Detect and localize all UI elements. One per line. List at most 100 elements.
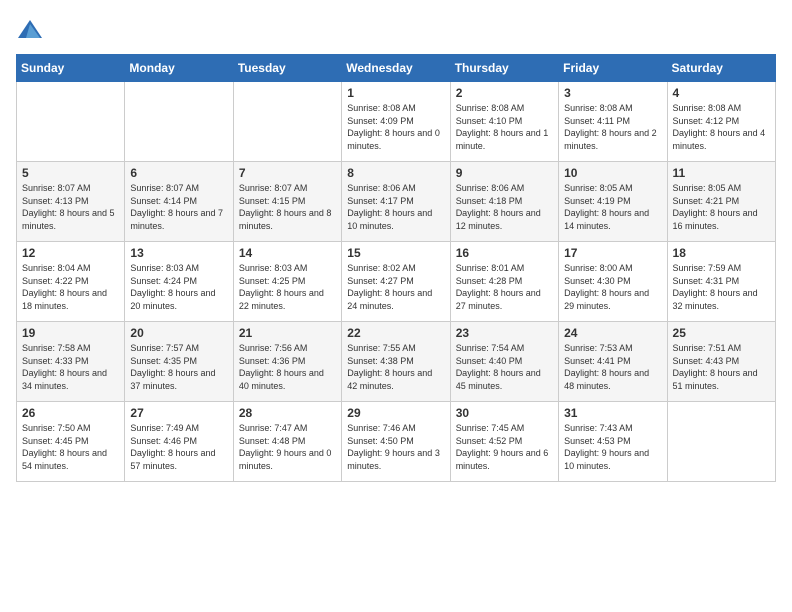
daylight: Daylight: 8 hours and 29 minutes. [564,288,649,311]
daylight: Daylight: 8 hours and 14 minutes. [564,208,649,231]
calendar-cell: 18 Sunrise: 7:59 AM Sunset: 4:31 PM Dayl… [667,242,775,322]
cell-info: Sunrise: 7:57 AM Sunset: 4:35 PM Dayligh… [130,342,227,392]
calendar-cell: 30 Sunrise: 7:45 AM Sunset: 4:52 PM Dayl… [450,402,558,482]
day-number: 16 [456,246,553,260]
daylight: Daylight: 8 hours and 0 minutes. [347,128,440,151]
sunset: Sunset: 4:14 PM [130,196,197,206]
sunset: Sunset: 4:24 PM [130,276,197,286]
day-number: 13 [130,246,227,260]
calendar-cell: 13 Sunrise: 8:03 AM Sunset: 4:24 PM Dayl… [125,242,233,322]
cell-info: Sunrise: 8:06 AM Sunset: 4:17 PM Dayligh… [347,182,444,232]
day-number: 10 [564,166,661,180]
day-number: 15 [347,246,444,260]
sunset: Sunset: 4:30 PM [564,276,631,286]
daylight: Daylight: 8 hours and 32 minutes. [673,288,758,311]
sunset: Sunset: 4:31 PM [673,276,740,286]
cell-info: Sunrise: 8:04 AM Sunset: 4:22 PM Dayligh… [22,262,119,312]
calendar-cell: 11 Sunrise: 8:05 AM Sunset: 4:21 PM Dayl… [667,162,775,242]
sunset: Sunset: 4:45 PM [22,436,89,446]
sunrise: Sunrise: 7:58 AM [22,343,91,353]
calendar-cell [233,82,341,162]
sunrise: Sunrise: 8:06 AM [456,183,525,193]
calendar-cell: 26 Sunrise: 7:50 AM Sunset: 4:45 PM Dayl… [17,402,125,482]
sunrise: Sunrise: 8:00 AM [564,263,633,273]
daylight: Daylight: 8 hours and 22 minutes. [239,288,324,311]
daylight: Daylight: 8 hours and 34 minutes. [22,368,107,391]
cell-info: Sunrise: 8:06 AM Sunset: 4:18 PM Dayligh… [456,182,553,232]
day-number: 7 [239,166,336,180]
calendar-cell: 22 Sunrise: 7:55 AM Sunset: 4:38 PM Dayl… [342,322,450,402]
sunset: Sunset: 4:12 PM [673,116,740,126]
sunset: Sunset: 4:40 PM [456,356,523,366]
daylight: Daylight: 9 hours and 6 minutes. [456,448,549,471]
sunrise: Sunrise: 7:57 AM [130,343,199,353]
cell-info: Sunrise: 8:08 AM Sunset: 4:10 PM Dayligh… [456,102,553,152]
daylight: Daylight: 8 hours and 42 minutes. [347,368,432,391]
cell-info: Sunrise: 8:08 AM Sunset: 4:11 PM Dayligh… [564,102,661,152]
sunset: Sunset: 4:11 PM [564,116,630,126]
header-day-friday: Friday [559,55,667,82]
sunrise: Sunrise: 8:08 AM [347,103,416,113]
calendar-cell: 1 Sunrise: 8:08 AM Sunset: 4:09 PM Dayli… [342,82,450,162]
calendar-cell: 3 Sunrise: 8:08 AM Sunset: 4:11 PM Dayli… [559,82,667,162]
calendar-cell: 4 Sunrise: 8:08 AM Sunset: 4:12 PM Dayli… [667,82,775,162]
calendar-cell: 25 Sunrise: 7:51 AM Sunset: 4:43 PM Dayl… [667,322,775,402]
sunrise: Sunrise: 8:04 AM [22,263,91,273]
daylight: Daylight: 8 hours and 16 minutes. [673,208,758,231]
day-number: 31 [564,406,661,420]
day-number: 17 [564,246,661,260]
day-number: 26 [22,406,119,420]
header-day-monday: Monday [125,55,233,82]
sunset: Sunset: 4:19 PM [564,196,631,206]
header-day-saturday: Saturday [667,55,775,82]
cell-info: Sunrise: 8:03 AM Sunset: 4:25 PM Dayligh… [239,262,336,312]
daylight: Daylight: 8 hours and 8 minutes. [239,208,332,231]
day-number: 30 [456,406,553,420]
calendar-row: 26 Sunrise: 7:50 AM Sunset: 4:45 PM Dayl… [17,402,776,482]
day-number: 18 [673,246,770,260]
sunset: Sunset: 4:13 PM [22,196,89,206]
day-number: 9 [456,166,553,180]
sunrise: Sunrise: 8:05 AM [564,183,633,193]
day-number: 24 [564,326,661,340]
sunrise: Sunrise: 8:03 AM [130,263,199,273]
cell-info: Sunrise: 8:05 AM Sunset: 4:21 PM Dayligh… [673,182,770,232]
logo [16,16,48,44]
day-number: 11 [673,166,770,180]
sunrise: Sunrise: 8:08 AM [673,103,742,113]
daylight: Daylight: 9 hours and 3 minutes. [347,448,440,471]
day-number: 22 [347,326,444,340]
sunrise: Sunrise: 8:05 AM [673,183,742,193]
sunrise: Sunrise: 7:54 AM [456,343,525,353]
cell-info: Sunrise: 7:49 AM Sunset: 4:46 PM Dayligh… [130,422,227,472]
calendar-cell [125,82,233,162]
sunrise: Sunrise: 7:56 AM [239,343,308,353]
sunrise: Sunrise: 7:51 AM [673,343,742,353]
cell-info: Sunrise: 7:59 AM Sunset: 4:31 PM Dayligh… [673,262,770,312]
sunset: Sunset: 4:35 PM [130,356,197,366]
cell-info: Sunrise: 8:02 AM Sunset: 4:27 PM Dayligh… [347,262,444,312]
calendar-cell [17,82,125,162]
day-number: 3 [564,86,661,100]
sunset: Sunset: 4:09 PM [347,116,414,126]
sunset: Sunset: 4:21 PM [673,196,740,206]
sunset: Sunset: 4:17 PM [347,196,414,206]
calendar-row: 5 Sunrise: 8:07 AM Sunset: 4:13 PM Dayli… [17,162,776,242]
calendar-body: 1 Sunrise: 8:08 AM Sunset: 4:09 PM Dayli… [17,82,776,482]
header-row: SundayMondayTuesdayWednesdayThursdayFrid… [17,55,776,82]
sunset: Sunset: 4:22 PM [22,276,89,286]
sunset: Sunset: 4:38 PM [347,356,414,366]
cell-info: Sunrise: 7:56 AM Sunset: 4:36 PM Dayligh… [239,342,336,392]
cell-info: Sunrise: 8:07 AM Sunset: 4:15 PM Dayligh… [239,182,336,232]
cell-info: Sunrise: 8:03 AM Sunset: 4:24 PM Dayligh… [130,262,227,312]
daylight: Daylight: 8 hours and 10 minutes. [347,208,432,231]
sunset: Sunset: 4:28 PM [456,276,523,286]
cell-info: Sunrise: 7:50 AM Sunset: 4:45 PM Dayligh… [22,422,119,472]
cell-info: Sunrise: 7:54 AM Sunset: 4:40 PM Dayligh… [456,342,553,392]
daylight: Daylight: 8 hours and 12 minutes. [456,208,541,231]
sunset: Sunset: 4:53 PM [564,436,631,446]
sunrise: Sunrise: 7:47 AM [239,423,308,433]
cell-info: Sunrise: 8:07 AM Sunset: 4:14 PM Dayligh… [130,182,227,232]
calendar-row: 12 Sunrise: 8:04 AM Sunset: 4:22 PM Dayl… [17,242,776,322]
daylight: Daylight: 8 hours and 40 minutes. [239,368,324,391]
